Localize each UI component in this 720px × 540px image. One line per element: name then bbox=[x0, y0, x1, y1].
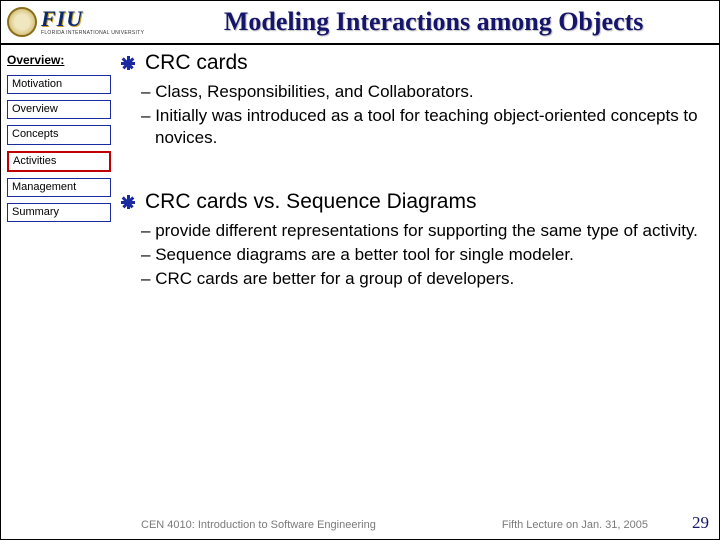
footer-lecture: Fifth Lecture on Jan. 31, 2005 bbox=[502, 519, 648, 531]
bullet-2-text: CRC cards vs. Sequence Diagrams bbox=[145, 190, 476, 214]
sub-bullet: Initially was introduced as a tool for t… bbox=[121, 105, 703, 149]
sidebar-item-label: Motivation bbox=[12, 78, 62, 90]
university-logo: FIU Florida International University bbox=[41, 8, 144, 36]
sidebar-item-label: Management bbox=[12, 181, 76, 193]
asterisk-icon bbox=[121, 195, 135, 209]
footer-page: 29 bbox=[692, 513, 709, 533]
body: Overview: Motivation Overview Concepts A… bbox=[1, 45, 719, 539]
sidebar-item-management[interactable]: Management bbox=[7, 178, 111, 197]
sidebar: Overview: Motivation Overview Concepts A… bbox=[1, 45, 117, 539]
sidebar-item-activities[interactable]: Activities bbox=[7, 151, 111, 172]
bullet-2: CRC cards vs. Sequence Diagrams provide … bbox=[121, 190, 703, 289]
sidebar-heading: Overview: bbox=[7, 53, 111, 67]
header: FIU Florida International University Mod… bbox=[1, 1, 719, 45]
sidebar-item-label: Concepts bbox=[12, 128, 58, 140]
logo-text: FIU bbox=[41, 8, 144, 30]
sub-bullet: provide different representations for su… bbox=[121, 220, 703, 242]
bullet-1: CRC cards Class, Responsibilities, and C… bbox=[121, 51, 703, 148]
footer: CEN 4010: Introduction to Software Engin… bbox=[1, 513, 719, 533]
sidebar-item-label: Activities bbox=[13, 155, 56, 167]
sub-bullet: Sequence diagrams are a better tool for … bbox=[121, 244, 703, 266]
sidebar-item-concepts[interactable]: Concepts bbox=[7, 125, 111, 144]
sub-bullet: CRC cards are better for a group of deve… bbox=[121, 268, 703, 290]
spacer bbox=[121, 162, 703, 190]
sidebar-item-label: Overview bbox=[12, 103, 58, 115]
page-title: Modeling Interactions among Objects bbox=[154, 7, 713, 37]
logo-subtext: Florida International University bbox=[41, 30, 144, 36]
sidebar-item-overview[interactable]: Overview bbox=[7, 100, 111, 119]
footer-course: CEN 4010: Introduction to Software Engin… bbox=[141, 519, 376, 531]
university-seal-icon bbox=[7, 7, 37, 37]
bullet-1-text: CRC cards bbox=[145, 51, 248, 75]
content: CRC cards Class, Responsibilities, and C… bbox=[117, 45, 719, 539]
asterisk-icon bbox=[121, 56, 135, 70]
bullet-2-head: CRC cards vs. Sequence Diagrams bbox=[121, 190, 703, 214]
slide: FIU Florida International University Mod… bbox=[0, 0, 720, 540]
bullet-1-head: CRC cards bbox=[121, 51, 703, 75]
sidebar-item-motivation[interactable]: Motivation bbox=[7, 75, 111, 94]
sub-bullet: Class, Responsibilities, and Collaborato… bbox=[121, 81, 703, 103]
sidebar-item-summary[interactable]: Summary bbox=[7, 203, 111, 222]
sidebar-item-label: Summary bbox=[12, 206, 59, 218]
